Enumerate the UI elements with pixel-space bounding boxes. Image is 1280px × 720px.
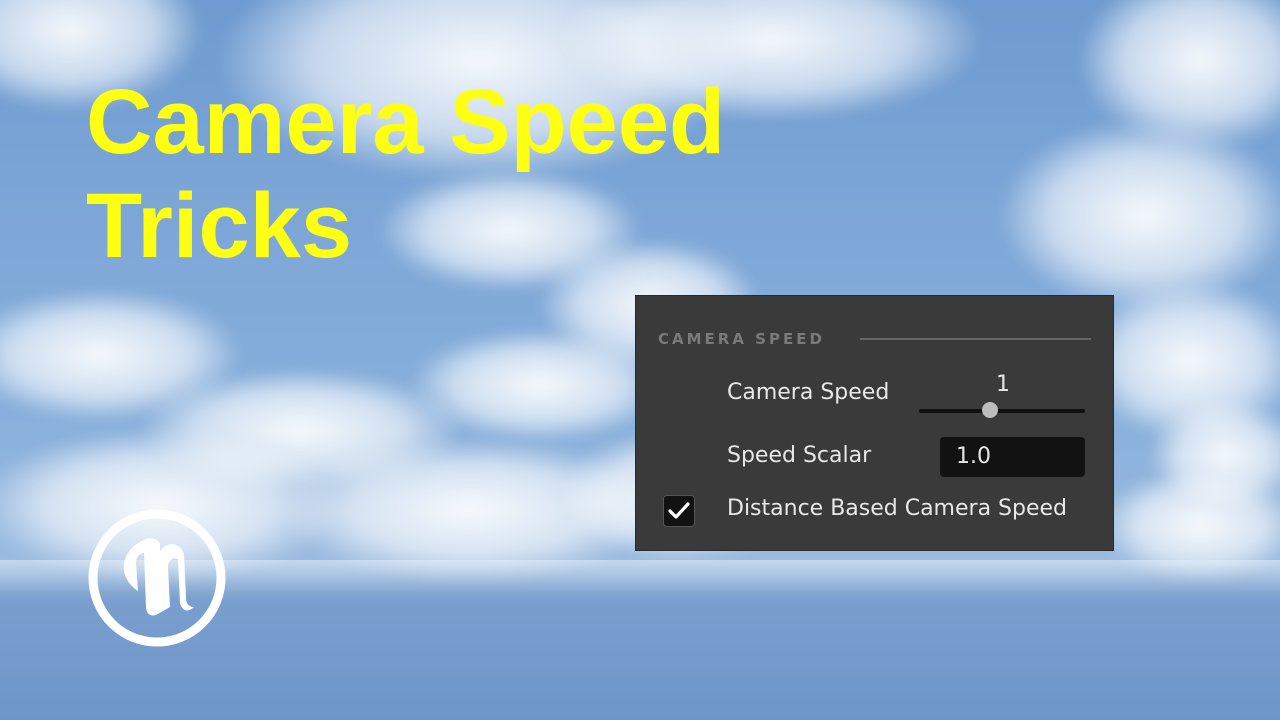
- section-header: CAMERA SPEED: [658, 330, 1091, 350]
- title-line-1: Camera Speed: [86, 71, 726, 173]
- title-line-2: Tricks: [86, 175, 352, 277]
- unreal-engine-logo-icon: [88, 509, 226, 647]
- distance-based-checkbox[interactable]: [663, 495, 695, 527]
- camera-speed-label: Camera Speed: [727, 380, 890, 405]
- camera-speed-value: 1: [996, 372, 1010, 397]
- camera-speed-slider[interactable]: [919, 409, 1085, 413]
- check-icon: [668, 502, 690, 519]
- section-divider: [860, 338, 1091, 340]
- camera-speed-panel: CAMERA SPEED Camera Speed 1 Speed Scalar…: [635, 295, 1114, 551]
- cloud: [1000, 120, 1280, 310]
- section-title: CAMERA SPEED: [658, 330, 825, 348]
- cloud: [410, 330, 670, 440]
- speed-scalar-input[interactable]: 1.0: [940, 437, 1085, 477]
- speed-scalar-label: Speed Scalar: [727, 443, 872, 468]
- distance-based-label: Distance Based Camera Speed: [727, 496, 1068, 521]
- thumbnail-title: Camera Speed Tricks: [86, 70, 725, 278]
- camera-speed-slider-thumb[interactable]: [982, 402, 999, 418]
